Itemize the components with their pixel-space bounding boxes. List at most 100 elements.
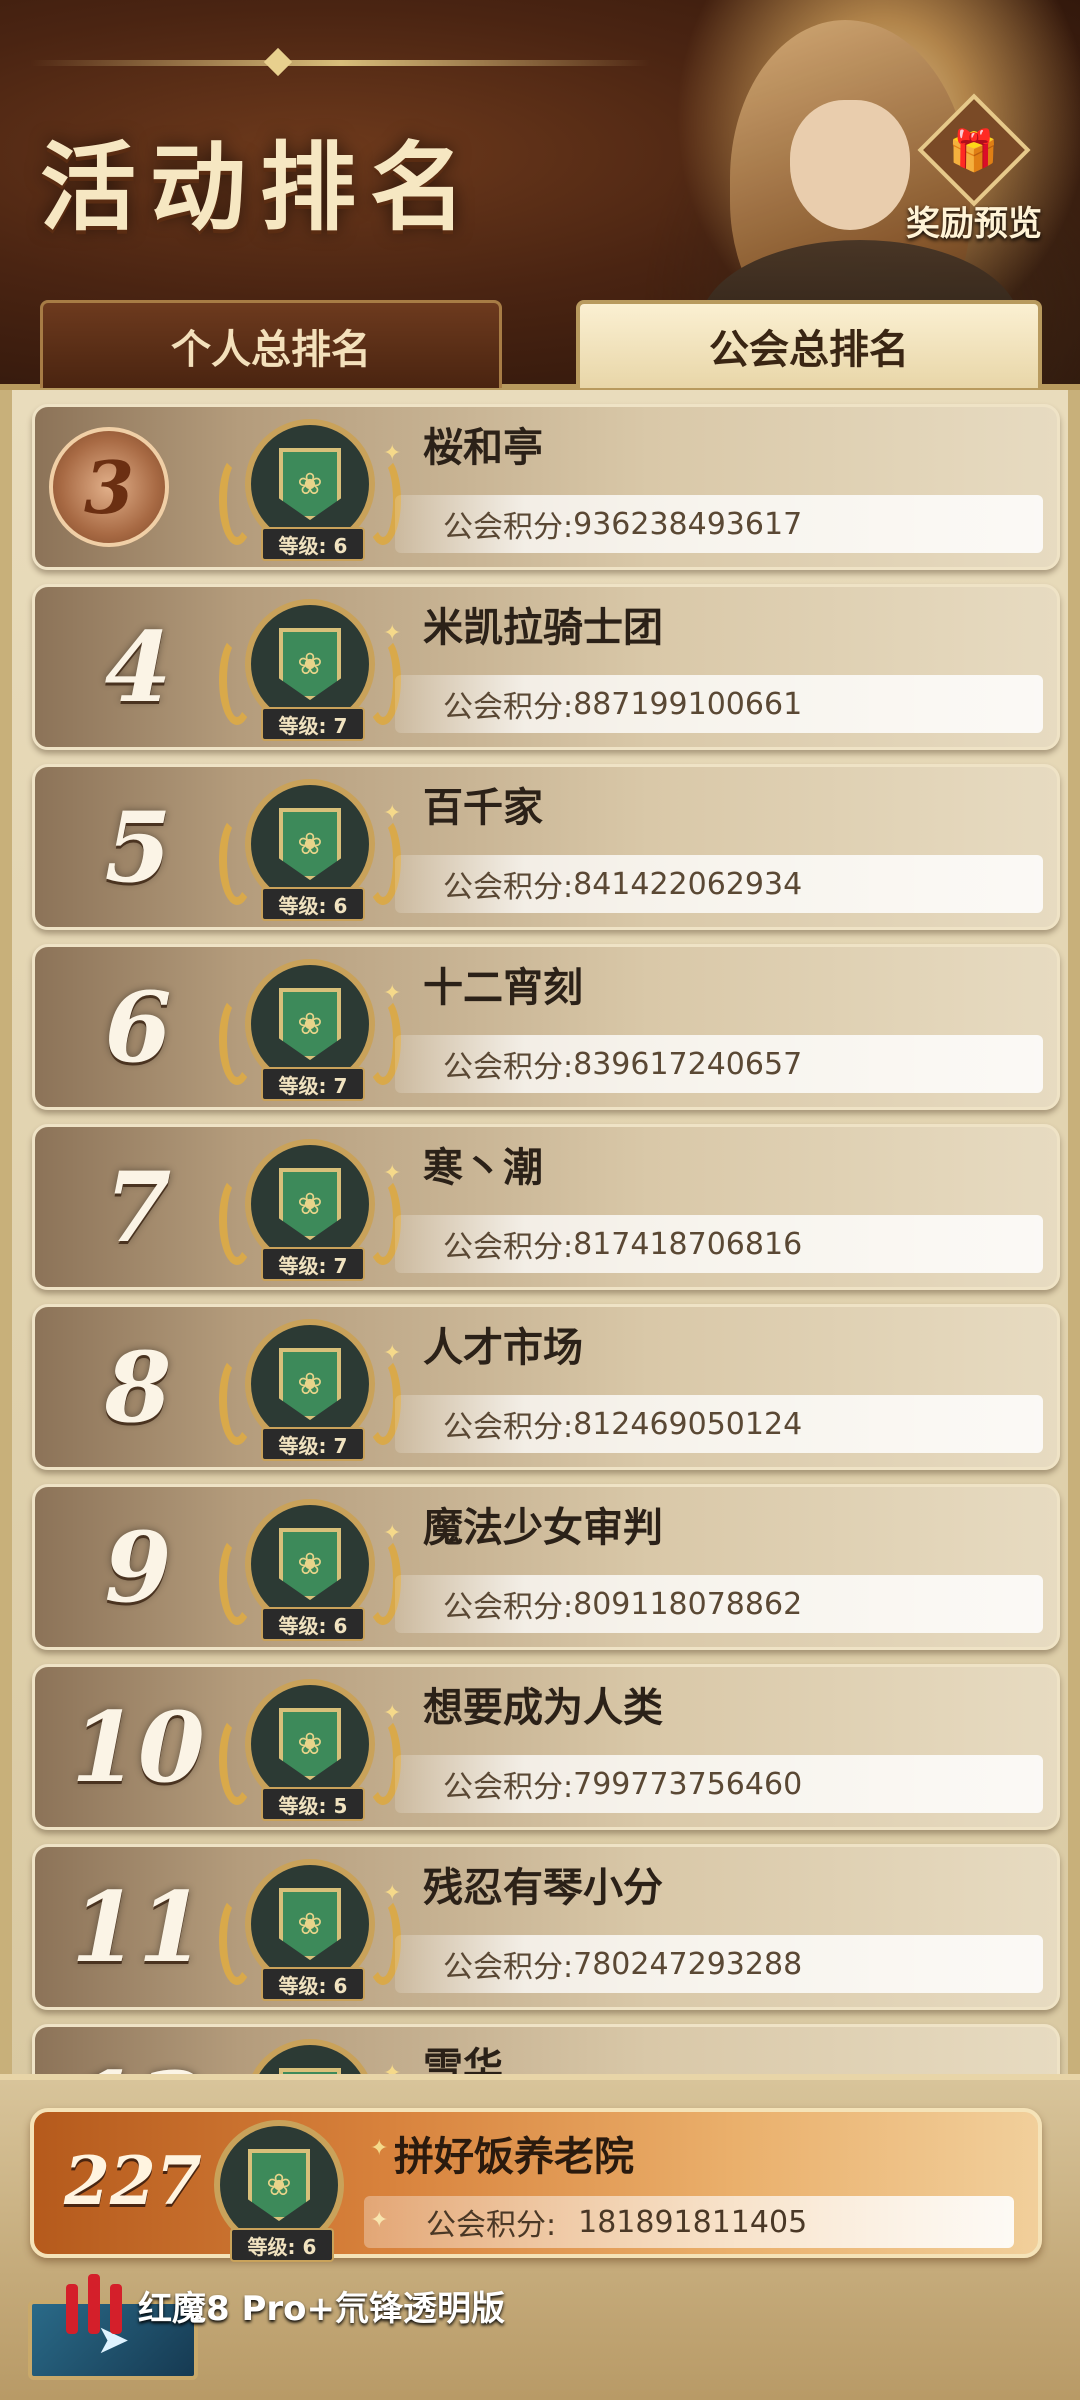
my-guild-level: 等级: 6 <box>230 2228 334 2262</box>
my-rank-number: 227 <box>64 2142 202 2220</box>
rank-number: 6 <box>104 970 172 1084</box>
guild-name: 百千家 <box>423 785 543 831</box>
guild-score-label: 公会积分: <box>443 1590 574 1625</box>
rank-number: 8 <box>104 1330 172 1444</box>
guild-shield-icon: ❀ <box>279 1168 341 1240</box>
sparkle-icon: ✦ <box>383 621 402 646</box>
gift-icon: 🎁 <box>917 93 1031 207</box>
ranking-row[interactable]: 3 ❀ 等级: 6 ✦ 桜和亭 公会积分: 936238493617 <box>32 404 1060 570</box>
guild-score-value: 799773756460 <box>573 1766 803 1802</box>
guild-emblem: ❀ 等级: 7 ✦ <box>215 1135 405 1285</box>
guild-score-label: 公会积分: <box>443 1230 574 1265</box>
guild-score: 公会积分: 809118078862 <box>395 1575 1043 1633</box>
guild-score: 公会积分: 799773756460 <box>395 1755 1043 1813</box>
ranking-row[interactable]: 7 ❀ 等级: 7 ✦ 寒丶潮 公会积分: 817418706816 <box>32 1124 1060 1290</box>
guild-level: 等级: 6 <box>261 527 365 561</box>
guild-name: 桜和亭 <box>423 425 543 471</box>
sparkle-icon: ✦ <box>383 1701 402 1726</box>
rank-number: 11 <box>71 1870 205 1984</box>
device-watermark: 红魔8 Pro+氘锋透明版 <box>60 2270 505 2340</box>
guild-level: 等级: 7 <box>261 1427 365 1461</box>
tab-guild-ranking[interactable]: 公会总排名 <box>576 300 1042 388</box>
rank-number: 10 <box>71 1690 205 1804</box>
guild-shield-icon: ❀ <box>248 2149 310 2221</box>
guild-score-value: 839617240657 <box>573 1046 803 1082</box>
ranking-row[interactable]: 10 ❀ 等级: 5 ✦ 想要成为人类 公会积分: 799773756460 <box>32 1664 1060 1830</box>
guild-name: 残忍有琴小分 <box>423 1865 663 1911</box>
ranking-row[interactable]: 5 ❀ 等级: 6 ✦ 百千家 公会积分: 841422062934 <box>32 764 1060 930</box>
guild-shield-icon: ❀ <box>279 1708 341 1780</box>
guild-name: 人才市场 <box>423 1325 583 1371</box>
my-guild-score-label: 公会积分: <box>426 2208 557 2243</box>
guild-level: 等级: 5 <box>261 1787 365 1821</box>
guild-score-label: 公会积分: <box>443 690 574 725</box>
guild-score-value: 809118078862 <box>573 1586 803 1622</box>
rank-number: 9 <box>104 1510 172 1624</box>
sparkle-icon: ✦ <box>383 1161 402 1186</box>
ranking-row[interactable]: 9 ❀ 等级: 6 ✦ 魔法少女审判 公会积分: 809118078862 <box>32 1484 1060 1650</box>
guild-level: 等级: 6 <box>261 1967 365 2001</box>
guild-level: 等级: 7 <box>261 707 365 741</box>
guild-score-value: 936238493617 <box>573 506 803 542</box>
guild-score-value: 817418706816 <box>573 1226 803 1262</box>
guild-score: 公会积分: 780247293288 <box>395 1935 1043 1993</box>
guild-shield-icon: ❀ <box>279 1528 341 1600</box>
guild-score: 公会积分: 936238493617 <box>395 495 1043 553</box>
guild-score-label: 公会积分: <box>443 1050 574 1085</box>
guild-shield-icon: ❀ <box>279 448 341 520</box>
ranking-row[interactable]: 8 ❀ 等级: 7 ✦ 人才市场 公会积分: 812469050124 <box>32 1304 1060 1470</box>
ranking-row[interactable]: 11 ❀ 等级: 6 ✦ 残忍有琴小分 公会积分: 780247293288 <box>32 1844 1060 2010</box>
my-guild-name: 拼好饭养老院 <box>394 2134 634 2180</box>
guild-score: 公会积分: 839617240657 <box>395 1035 1043 1093</box>
tab-personal-ranking[interactable]: 个人总排名 <box>40 300 502 388</box>
guild-name: 十二宵刻 <box>423 965 583 1011</box>
page-title: 活动排名 <box>40 131 480 244</box>
guild-emblem: ❀ 等级: 6 ✦ <box>215 1855 405 2005</box>
guild-score-value: 812469050124 <box>573 1406 803 1442</box>
ranking-row[interactable]: 4 ❀ 等级: 7 ✦ 米凯拉骑士团 公会积分: 887199100661 <box>32 584 1060 750</box>
reward-preview-button[interactable]: 🎁 奖励预览 <box>884 93 1064 250</box>
guild-score: 公会积分: 817418706816 <box>395 1215 1043 1273</box>
guild-name: 想要成为人类 <box>423 1685 663 1731</box>
guild-emblem: ❀ 等级: 6 ✦ <box>215 775 405 925</box>
guild-score-value: 780247293288 <box>573 1946 803 1982</box>
ranking-list[interactable]: 3 ❀ 等级: 6 ✦ 桜和亭 公会积分: 936238493617 4 ❀ 等… <box>0 390 1080 2090</box>
guild-emblem: ❀ 等级: 5 ✦ <box>215 1675 405 1825</box>
guild-emblem: ❀ 等级: 7 ✦ <box>215 1315 405 1465</box>
my-guild-emblem: ❀ 等级: 6 <box>184 2116 364 2262</box>
guild-score-value: 841422062934 <box>573 866 803 902</box>
my-guild-score: 公会积分: 181891811405 <box>364 2196 1014 2248</box>
guild-shield-icon: ❀ <box>279 988 341 1060</box>
rank-number: 5 <box>104 790 172 904</box>
sparkle-icon: ✦ <box>383 981 402 1006</box>
header-ornament-diamond <box>263 47 293 77</box>
sparkle-icon: ✦ <box>383 1881 402 1906</box>
ranking-row[interactable]: 6 ❀ 等级: 7 ✦ 十二宵刻 公会积分: 839617240657 <box>32 944 1060 1110</box>
guild-level: 等级: 7 <box>261 1067 365 1101</box>
device-logo-icon <box>60 2270 130 2340</box>
guild-emblem: ❀ 等级: 6 ✦ <box>215 415 405 565</box>
sparkle-icon: ✦ <box>370 2136 389 2161</box>
guild-score-label: 公会积分: <box>443 1410 574 1445</box>
sparkle-icon: ✦ <box>383 1341 402 1366</box>
guild-name: 寒丶潮 <box>423 1145 543 1191</box>
guild-name: 米凯拉骑士团 <box>423 605 663 651</box>
rank-number: 4 <box>104 610 172 724</box>
guild-level: 等级: 6 <box>261 1607 365 1641</box>
sparkle-icon: ✦ <box>383 801 402 826</box>
guild-score-label: 公会积分: <box>443 1770 574 1805</box>
guild-score-label: 公会积分: <box>443 870 574 905</box>
guild-score: 公会积分: 841422062934 <box>395 855 1043 913</box>
guild-shield-icon: ❀ <box>279 628 341 700</box>
guild-level: 等级: 7 <box>261 1247 365 1281</box>
guild-score: 公会积分: 887199100661 <box>395 675 1043 733</box>
guild-emblem: ❀ 等级: 7 ✦ <box>215 955 405 1105</box>
guild-shield-icon: ❀ <box>279 1888 341 1960</box>
my-guild-row[interactable]: 227 ❀ 等级: 6 ✦ ✦ 拼好饭养老院 公会积分: 18189181140… <box>30 2108 1042 2262</box>
guild-shield-icon: ❀ <box>279 808 341 880</box>
bronze-medal-icon: 3 <box>49 427 169 547</box>
guild-score-label: 公会积分: <box>443 510 574 545</box>
header-ornament-line <box>30 60 650 66</box>
rank-number: 7 <box>104 1150 172 1264</box>
guild-emblem: ❀ 等级: 7 ✦ <box>215 595 405 745</box>
